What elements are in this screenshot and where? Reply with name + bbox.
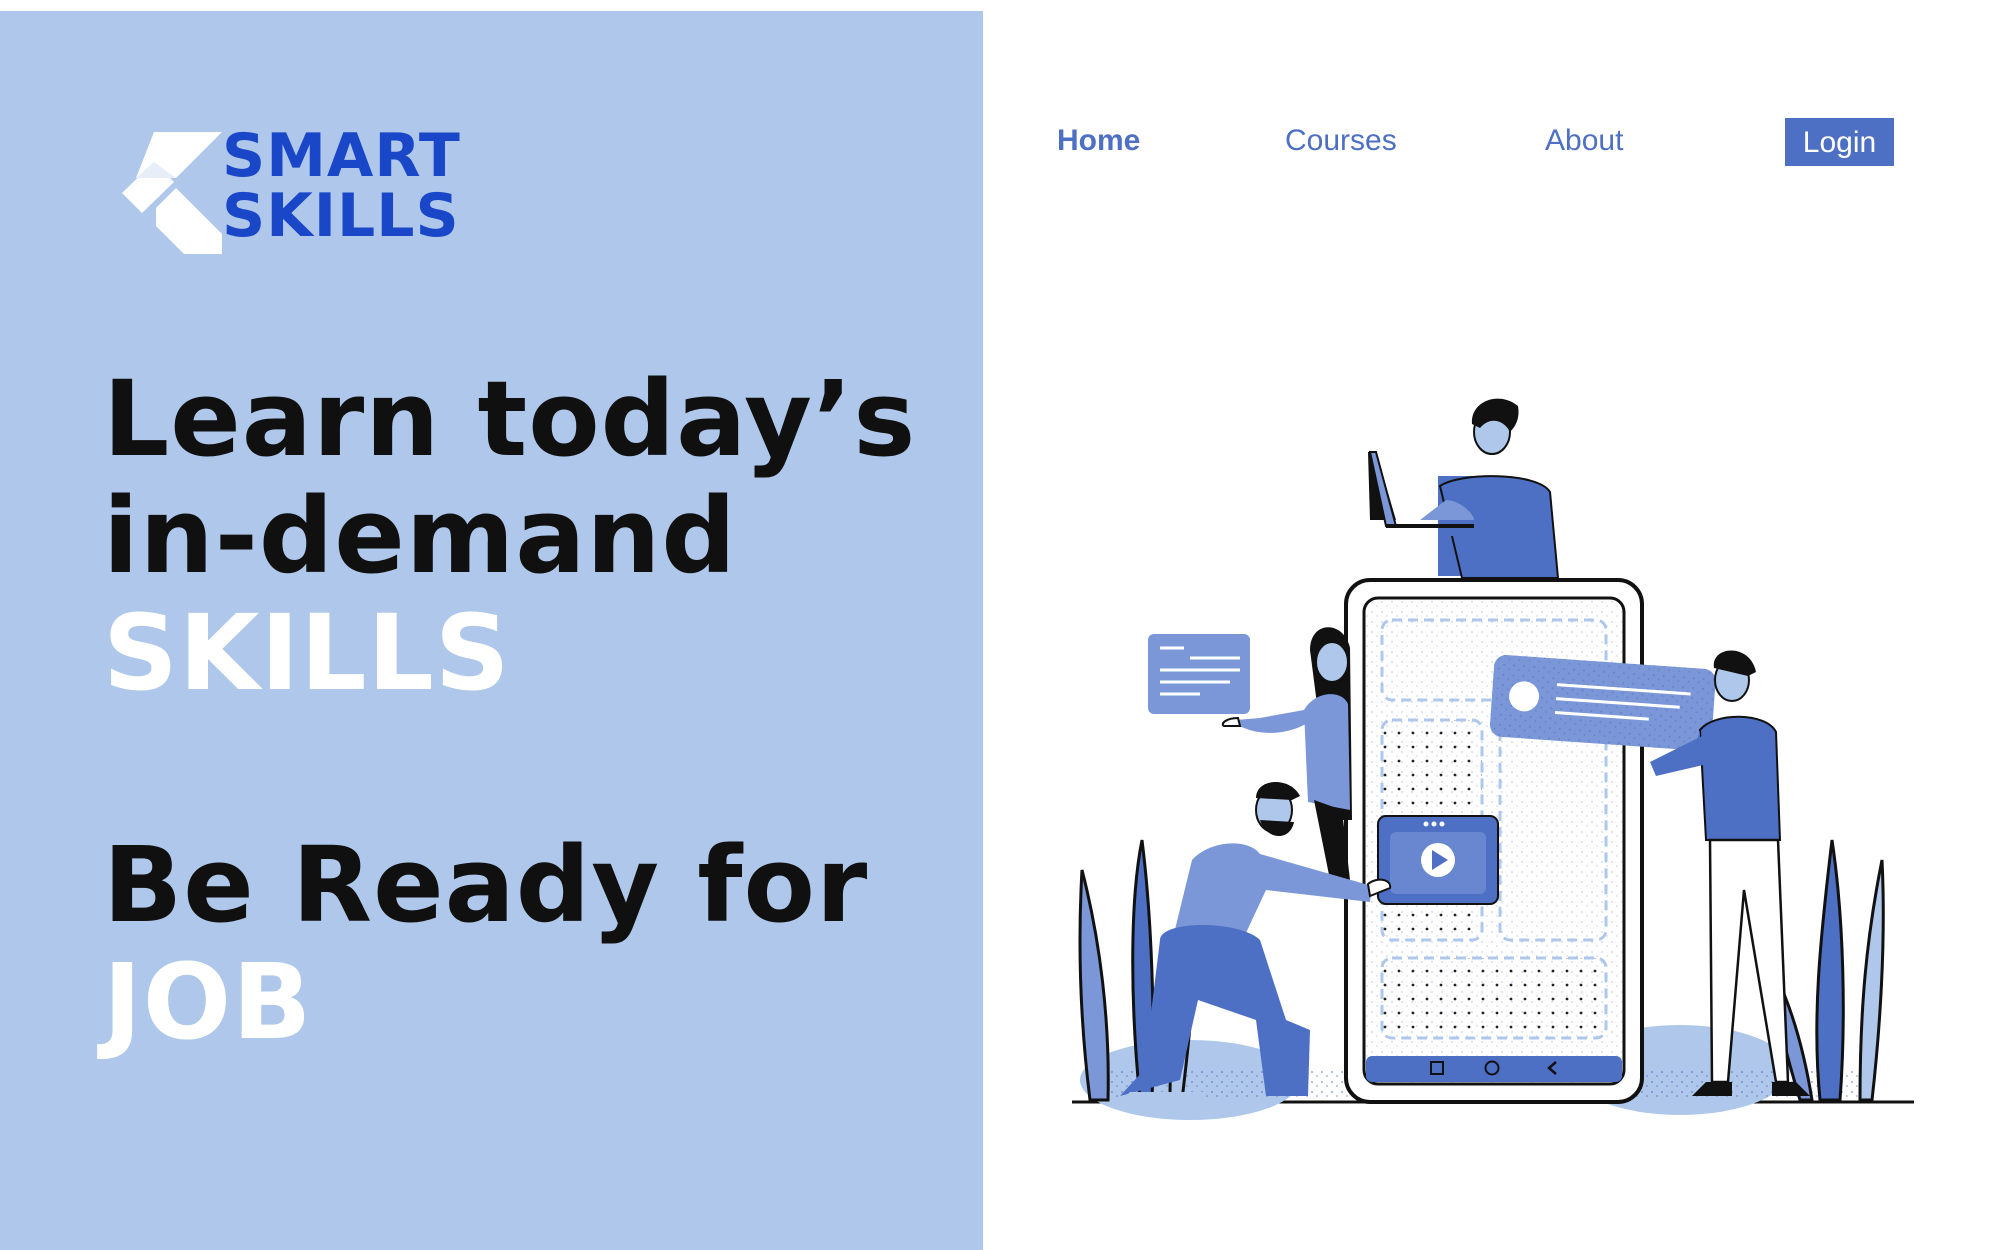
- brand-line-2: SKILLS: [222, 181, 460, 251]
- headline-line-1: Learn today’s: [103, 358, 917, 480]
- hero-headline: Learn today’s in-demand SKILLS Be Ready …: [103, 361, 963, 1061]
- brand-name: SMART SKILLS: [222, 126, 461, 246]
- top-nav: Home Courses About Login: [1000, 116, 2000, 168]
- hero-panel: SMART SKILLS Learn today’s in-demand SKI…: [0, 11, 983, 1250]
- people-building-mobile-app-illustration: [1072, 398, 1914, 1120]
- nav-about-link[interactable]: About: [1545, 124, 1623, 158]
- headline-line-4: Be Ready for: [103, 824, 869, 946]
- brand-line-1: SMART: [222, 121, 461, 191]
- landing-page: SMART SKILLS Learn today’s in-demand SKI…: [0, 0, 2000, 1250]
- person-with-laptop: [1368, 398, 1560, 579]
- headline-line-2: in-demand: [103, 475, 737, 597]
- nav-courses-link[interactable]: Courses: [1285, 124, 1397, 158]
- nav-home-link[interactable]: Home: [1057, 124, 1140, 158]
- message-card: [1148, 634, 1250, 714]
- headline-skills: SKILLS: [103, 592, 511, 714]
- headline-job: JOB: [103, 941, 313, 1063]
- profile-card: [1490, 655, 1716, 751]
- brand-logo[interactable]: SMART SKILLS: [122, 122, 460, 262]
- logo-chevron-icon: [122, 132, 222, 254]
- video-card: [1377, 815, 1499, 905]
- headline-spacer: [103, 712, 963, 827]
- login-button[interactable]: Login: [1785, 118, 1894, 166]
